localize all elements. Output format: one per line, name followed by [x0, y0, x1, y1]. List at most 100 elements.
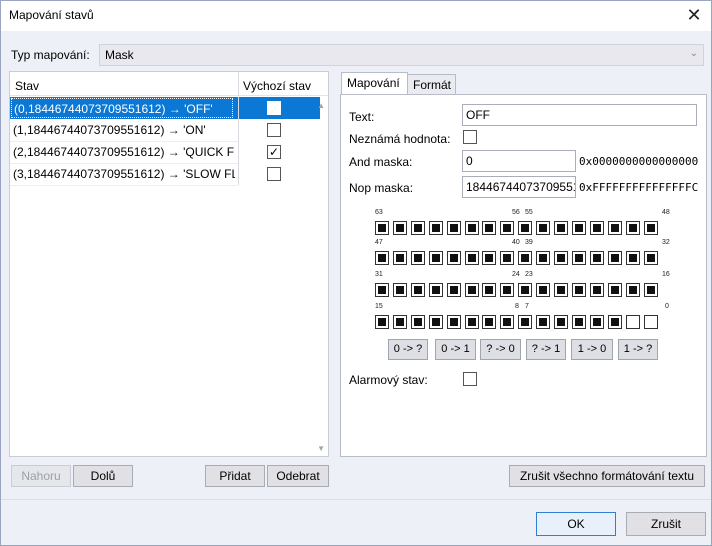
bit-toggle[interactable] [644, 315, 658, 329]
bit-toggle[interactable] [590, 283, 604, 297]
alarm-state-checkbox[interactable] [463, 372, 477, 386]
bit-toggle[interactable] [482, 251, 496, 265]
bit-toggle[interactable] [465, 315, 479, 329]
list-item[interactable]: (0,18446744073709551612) → 'OFF' [10, 97, 320, 119]
mapping-type-select[interactable]: Mask ⌄ [99, 44, 704, 66]
column-header-default[interactable]: Výchozí stav [243, 79, 311, 93]
bit-toggle[interactable] [375, 315, 389, 329]
bit-toggle[interactable] [393, 283, 407, 297]
bit-toggle[interactable] [500, 283, 514, 297]
bit-toggle[interactable] [375, 251, 389, 265]
bit-toggle[interactable] [626, 251, 640, 265]
bit-toggle[interactable] [429, 251, 443, 265]
bit-toggle[interactable] [482, 221, 496, 235]
mask-op-button[interactable]: ? -> 0 [480, 339, 521, 360]
bit-toggle[interactable] [375, 221, 389, 235]
bit-toggle[interactable] [590, 251, 604, 265]
bit-toggle[interactable] [447, 221, 461, 235]
scroll-up-arrow-icon[interactable]: ▲ [317, 101, 325, 110]
bit-toggle[interactable] [590, 315, 604, 329]
bit-toggle[interactable] [500, 221, 514, 235]
bit-toggle[interactable] [411, 283, 425, 297]
mask-op-button[interactable]: 0 -> ? [388, 339, 428, 360]
unknown-value-checkbox[interactable] [463, 130, 477, 144]
bit-toggle[interactable] [536, 283, 550, 297]
column-header-state[interactable]: Stav [15, 79, 39, 93]
and-mask-input[interactable]: 0 [462, 150, 576, 172]
bit-toggle[interactable] [518, 221, 532, 235]
default-state-checkbox[interactable] [267, 101, 281, 115]
bit-toggle[interactable] [482, 315, 496, 329]
bit-toggle[interactable] [536, 315, 550, 329]
nop-mask-input[interactable]: 18446744073709551 [462, 176, 576, 198]
bit-toggle[interactable] [393, 315, 407, 329]
bit-toggle[interactable] [626, 283, 640, 297]
tab-mapping[interactable]: Mapování [341, 72, 408, 96]
bit-toggle[interactable] [572, 315, 586, 329]
text-input[interactable]: OFF [462, 104, 697, 126]
bit-toggle[interactable] [411, 315, 425, 329]
bit-toggle[interactable] [518, 315, 532, 329]
default-state-checkbox[interactable] [267, 167, 281, 181]
bit-toggle[interactable] [626, 221, 640, 235]
mask-op-button[interactable]: ? -> 1 [526, 339, 566, 360]
tab-format[interactable]: Formát [407, 74, 456, 96]
bit-toggle[interactable] [536, 221, 550, 235]
bit-toggle[interactable] [554, 315, 568, 329]
bit-toggle[interactable] [554, 251, 568, 265]
bit-toggle[interactable] [554, 221, 568, 235]
bit-toggle[interactable] [465, 221, 479, 235]
bit-toggle[interactable] [572, 221, 586, 235]
state-list[interactable]: Stav Výchozí stav (0,1844674407370955161… [9, 71, 329, 457]
bit-toggle[interactable] [518, 283, 532, 297]
bit-toggle[interactable] [411, 221, 425, 235]
bit-toggle[interactable] [500, 251, 514, 265]
cancel-button[interactable]: Zrušit [626, 512, 706, 536]
bit-toggle[interactable] [554, 283, 568, 297]
ok-button[interactable]: OK [536, 512, 616, 536]
bit-toggle[interactable] [411, 251, 425, 265]
bit-toggle[interactable] [465, 251, 479, 265]
move-up-button[interactable]: Nahoru [11, 465, 71, 487]
mask-op-button[interactable]: 1 -> ? [618, 339, 658, 360]
bit-toggle[interactable] [644, 221, 658, 235]
bit-toggle[interactable] [393, 221, 407, 235]
bit-toggle[interactable] [644, 251, 658, 265]
bit-toggle[interactable] [572, 251, 586, 265]
bit-toggle[interactable] [536, 251, 550, 265]
mask-op-button[interactable]: 0 -> 1 [435, 339, 476, 360]
bit-toggle[interactable] [608, 315, 622, 329]
bit-toggle[interactable] [608, 251, 622, 265]
close-icon[interactable]: ✕ [683, 4, 705, 26]
bit-toggle[interactable] [375, 283, 389, 297]
bit-toggle[interactable] [429, 221, 443, 235]
list-item[interactable]: (2,18446744073709551612) → 'QUICK FLA ✓ [10, 141, 320, 163]
bit-toggle[interactable] [447, 283, 461, 297]
mask-op-button[interactable]: 1 -> 0 [571, 339, 613, 360]
bit-toggle[interactable] [447, 251, 461, 265]
bit-toggle[interactable] [482, 283, 496, 297]
list-item[interactable]: (3,18446744073709551612) → 'SLOW FLA [10, 163, 320, 185]
bit-toggle[interactable] [626, 315, 640, 329]
default-state-checkbox[interactable] [267, 123, 281, 137]
bit-index-label: 63 [375, 209, 383, 216]
scroll-down-arrow-icon[interactable]: ▼ [317, 444, 325, 453]
bit-toggle[interactable] [608, 221, 622, 235]
bit-toggle[interactable] [447, 315, 461, 329]
bit-toggle[interactable] [429, 315, 443, 329]
bit-toggle[interactable] [393, 251, 407, 265]
clear-formatting-button[interactable]: Zrušit všechno formátování textu [509, 465, 705, 487]
bit-toggle[interactable] [608, 283, 622, 297]
bit-toggle[interactable] [644, 283, 658, 297]
bit-toggle[interactable] [500, 315, 514, 329]
bit-toggle[interactable] [429, 283, 443, 297]
remove-button[interactable]: Odebrat [267, 465, 329, 487]
list-item[interactable]: (1,18446744073709551612) → 'ON' [10, 119, 320, 141]
bit-toggle[interactable] [518, 251, 532, 265]
move-down-button[interactable]: Dolů [73, 465, 133, 487]
bit-toggle[interactable] [465, 283, 479, 297]
bit-toggle[interactable] [572, 283, 586, 297]
bit-toggle[interactable] [590, 221, 604, 235]
default-state-checkbox[interactable]: ✓ [267, 145, 281, 159]
add-button[interactable]: Přidat [205, 465, 265, 487]
